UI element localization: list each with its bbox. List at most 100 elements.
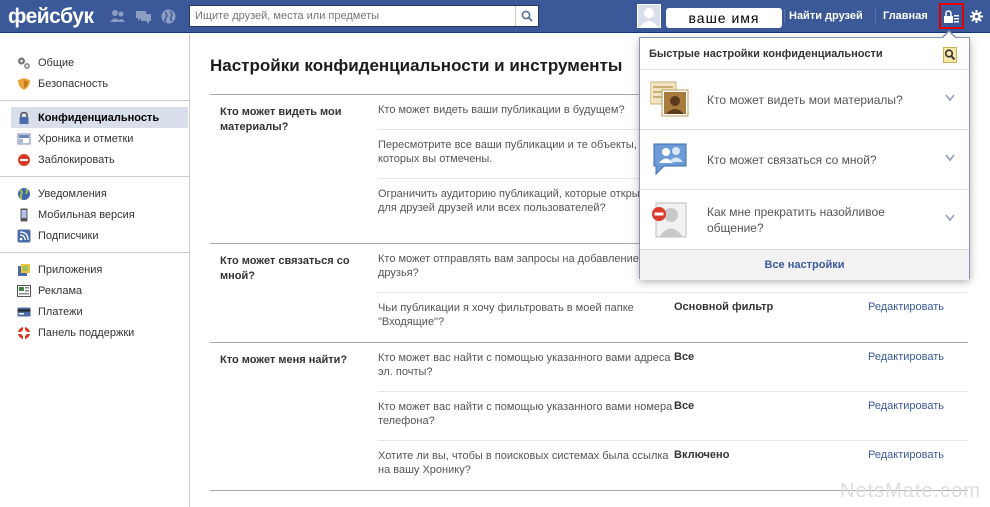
- sidebar-item-timeline[interactable]: Хроника и отметки: [0, 128, 189, 149]
- sidebar-group-privacy: Конфиденциальность Хроника и отметки Заб…: [0, 101, 189, 177]
- row-value: Все: [674, 351, 695, 363]
- row-question: Кто может видеть ваши публикации в будущ…: [378, 104, 625, 116]
- block-icon: [18, 153, 30, 166]
- shortcut-item-who-can-see[interactable]: Кто может видеть мои материалы?: [640, 70, 969, 130]
- settings-sidebar: Общие Безопасность Конфиденциальность Хр…: [0, 34, 190, 507]
- sidebar-item-apps[interactable]: Приложения: [0, 259, 189, 280]
- sidebar-item-blocking[interactable]: Заблокировать: [0, 149, 189, 170]
- find-friends-link[interactable]: Найти друзей: [789, 10, 863, 22]
- row-value: Все: [674, 400, 695, 412]
- privacy-shortcuts-dropdown: Быстрые настройки конфиденциальности Кто…: [639, 37, 970, 280]
- sidebar-item-label: Хроника и отметки: [38, 132, 134, 145]
- row-question: Хотите ли вы, чтобы в поисковых системах…: [378, 450, 669, 476]
- chevron-down-icon: [945, 94, 955, 102]
- row-question: Чьи публикации я хочу фильтровать в моей…: [378, 302, 634, 328]
- sidebar-item-security[interactable]: Безопасность: [0, 73, 189, 94]
- sidebar-item-label: Подписчики: [38, 229, 99, 242]
- profile-avatar[interactable]: [637, 4, 661, 28]
- row-value: Включено: [674, 449, 730, 461]
- notifications-globe-icon[interactable]: [161, 9, 176, 24]
- sidebar-item-label: Приложения: [38, 263, 103, 276]
- sidebar-item-ads[interactable]: Реклама: [0, 280, 189, 301]
- sidebar-item-label: Панель поддержки: [38, 326, 135, 339]
- settings-section: Кто может меня найти? Кто может вас найт…: [210, 343, 968, 491]
- row-question: Кто может вас найти с помощью указанного…: [378, 352, 671, 378]
- home-link[interactable]: Главная: [883, 10, 928, 22]
- gears-icon: [18, 57, 30, 69]
- sidebar-group-apps: Приложения Реклама Платежи Панель поддер…: [0, 253, 189, 349]
- sidebar-group-notifications: Уведомления Мобильная версия Подписчики: [0, 177, 189, 253]
- globe-icon: [18, 187, 30, 200]
- shortcut-item-who-can-contact[interactable]: Кто может связаться со мной?: [640, 130, 969, 190]
- profile-name-link[interactable]: ваше имя: [666, 8, 782, 28]
- watermark-text: NetsMate.com: [840, 480, 981, 502]
- mobile-icon: [20, 208, 28, 221]
- search-icon: [521, 10, 533, 22]
- section-label: Кто может видеть мои материалы?: [220, 106, 342, 133]
- facebook-logo[interactable]: фейсбук: [8, 5, 94, 29]
- sidebar-item-notifications[interactable]: Уведомления: [0, 183, 189, 204]
- shortcut-label: Кто может видеть мои материалы?: [707, 92, 903, 107]
- search-field[interactable]: [189, 5, 539, 27]
- sidebar-item-privacy[interactable]: Конфиденциальность: [11, 107, 188, 128]
- sidebar-group-account: Общие Безопасность: [0, 34, 189, 101]
- settings-row[interactable]: Кто может вас найти с помощью указанного…: [378, 392, 968, 441]
- sidebar-item-label: Платежи: [38, 305, 83, 318]
- shortcut-item-stop-harassment[interactable]: Как мне прекратить назойливое общение?: [640, 190, 969, 250]
- friend-requests-icon[interactable]: [110, 9, 125, 24]
- ads-icon: [17, 284, 31, 297]
- edit-link[interactable]: Редактировать: [868, 301, 944, 334]
- sidebar-item-label: Мобильная версия: [38, 208, 135, 221]
- dropdown-header: Быстрые настройки конфиденциальности: [640, 38, 969, 70]
- shortcut-label: Как мне прекратить назойливое общение?: [707, 204, 885, 235]
- section-label: Кто может связаться со мной?: [220, 255, 350, 282]
- settings-row[interactable]: Кто может вас найти с помощью указанного…: [378, 343, 968, 392]
- sidebar-item-label: Заблокировать: [38, 153, 115, 166]
- lock-icon: [19, 111, 29, 124]
- search-button[interactable]: [515, 6, 538, 26]
- shield-icon: [18, 77, 30, 90]
- search-input[interactable]: [190, 6, 510, 26]
- nav-separator: [875, 9, 876, 23]
- shortcut-label: Кто может связаться со мной?: [707, 152, 877, 167]
- sidebar-item-label: Общие: [38, 56, 75, 69]
- sidebar-item-label: Уведомления: [38, 187, 107, 200]
- dropdown-title: Быстрые настройки конфиденциальности: [649, 47, 883, 60]
- chevron-down-icon: [945, 154, 955, 162]
- sidebar-item-mobile[interactable]: Мобильная версия: [0, 204, 189, 225]
- lifebuoy-icon: [18, 326, 30, 339]
- settings-row[interactable]: Чьи публикации я хочу фильтровать в моей…: [378, 293, 968, 342]
- sidebar-item-followers[interactable]: Подписчики: [0, 225, 189, 246]
- edit-link[interactable]: Редактировать: [868, 400, 944, 432]
- payments-icon: [17, 307, 31, 316]
- sidebar-item-support[interactable]: Панель поддержки: [0, 322, 189, 343]
- privacy-shortcuts-button[interactable]: [939, 3, 964, 29]
- section-label: Кто может меня найти?: [220, 354, 348, 366]
- row-value: Основной фильтр: [674, 301, 774, 313]
- sidebar-item-label: Реклама: [38, 284, 83, 297]
- contacts-speech-icon: [653, 143, 687, 175]
- dropdown-pointer-fill: [943, 32, 955, 38]
- messages-icon[interactable]: [136, 9, 151, 24]
- sidebar-item-payments[interactable]: Платежи: [0, 301, 189, 322]
- top-bar: фейсбук ваше имя Найти друзей Главная: [0, 0, 990, 33]
- sidebar-item-label: Конфиденциальность: [38, 111, 160, 124]
- apps-icon: [18, 263, 30, 276]
- row-question: Кто может вас найти с помощью указанного…: [378, 401, 673, 427]
- page-title: Настройки конфиденциальности и инструмен…: [210, 56, 623, 75]
- row-question: Ограничить аудиторию публикаций, которые…: [378, 188, 653, 214]
- edit-link[interactable]: Редактировать: [868, 351, 944, 383]
- search-icon[interactable]: [943, 47, 957, 63]
- edit-link[interactable]: Редактировать: [868, 449, 944, 482]
- sidebar-item-label: Безопасность: [38, 77, 109, 90]
- block-user-icon: [652, 202, 687, 237]
- sidebar-item-general[interactable]: Общие: [0, 52, 189, 73]
- row-question: Пересмотрите все ваши публикации и те об…: [378, 139, 637, 165]
- profile-card-icon: [650, 81, 689, 116]
- timeline-icon: [17, 133, 31, 144]
- gear-icon[interactable]: [970, 10, 983, 23]
- lock-menu-icon: [944, 9, 959, 23]
- all-settings-link[interactable]: Все настройки: [640, 250, 969, 280]
- rss-icon: [17, 229, 31, 242]
- chevron-down-icon: [945, 214, 955, 222]
